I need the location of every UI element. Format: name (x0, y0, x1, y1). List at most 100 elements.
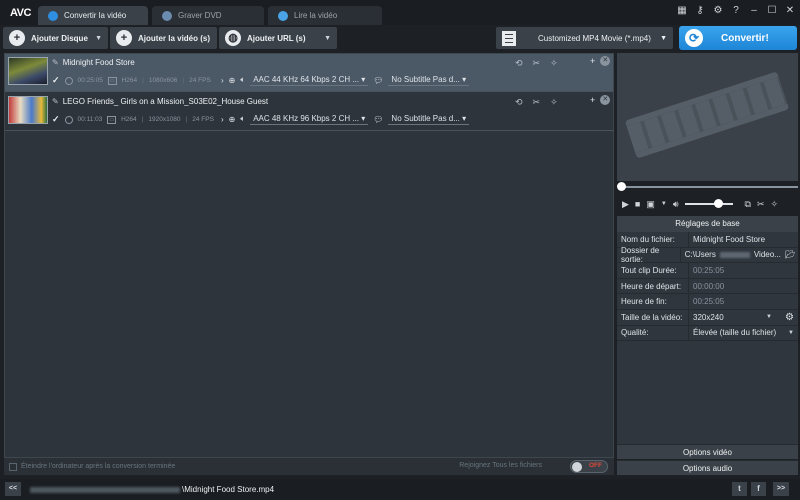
add-disc-icon: + (9, 30, 25, 46)
remove-icon[interactable]: ✕ (600, 56, 611, 66)
plus-icon[interactable]: + (590, 56, 595, 66)
title-bar: AVC Convertir la vidéo Graver DVD Lire l… (0, 0, 800, 25)
tab-burn-dvd[interactable]: Graver DVD (152, 6, 264, 25)
basic-settings-panel: Réglages de base Nom du fichier: Midnigh… (617, 216, 798, 444)
rotate-icon[interactable]: ⟲ (515, 58, 523, 69)
file-fps: 24 FPS (189, 77, 211, 84)
clock-icon (64, 76, 73, 85)
audio-track-select[interactable]: AAC 44 KHz 64 Kbps 2 CH ... ▾ (250, 74, 369, 86)
play-icon (278, 10, 288, 21)
prev-button[interactable]: << (5, 482, 21, 496)
video-options-button[interactable]: Options vidéo (617, 444, 798, 459)
add-url-label: Ajouter URL (s) (247, 33, 306, 43)
add-circle-icon[interactable]: ⊕ (229, 76, 236, 85)
seek-handle[interactable] (617, 182, 626, 191)
volume-slider[interactable] (684, 199, 733, 208)
output-file-name: \Midnight Food Store.mp4 (182, 485, 275, 494)
folder-open-icon[interactable]: 📂︎ (785, 250, 795, 259)
setting-output-folder: Dossier de sortie: C:\Users Video... 📂︎ (617, 246, 798, 264)
file-duration: 00:11:03 (77, 116, 103, 123)
setting-label: Taille de la vidéo: (621, 312, 683, 322)
join-files-toggle[interactable]: OFF (570, 460, 608, 473)
effects-icon[interactable]: ✧ (550, 58, 558, 69)
effects-icon[interactable]: ✧ (770, 199, 778, 210)
add-url-button[interactable]: ◍ Ajouter URL (s) ▼ (219, 27, 337, 49)
start-time-field[interactable]: 00:00:00 (688, 278, 798, 294)
minimize-icon[interactable]: – (748, 5, 760, 16)
file-row[interactable]: ✎ Midnight Food Store ✓ 00:25:05 ▭ H264 … (5, 54, 613, 92)
external-window-icon[interactable]: ⧉ (745, 199, 751, 210)
output-folder-field[interactable]: C:\Users Video... 📂︎ (679, 247, 798, 263)
facebook-icon[interactable]: f (751, 482, 766, 496)
file-duration: 00:25:05 (77, 77, 103, 84)
video-size-select[interactable]: 320x240 ▼ (688, 309, 798, 325)
refresh-icon: ⟳ (685, 29, 703, 47)
rotate-icon[interactable]: ⟲ (515, 97, 523, 108)
tab-play-video[interactable]: Lire la vidéo (268, 6, 382, 25)
setting-quality: Qualité: Élevée (taille du fichier) ▼ (617, 325, 798, 342)
chevron-down-icon[interactable]: ▼ (661, 201, 667, 207)
gear-icon[interactable]: ⚙ (712, 5, 724, 16)
toolbar: + Ajouter Disque ▼ + Ajouter la vidéo (s… (0, 25, 800, 52)
help-icon[interactable]: ? (730, 5, 742, 16)
audio-track-select[interactable]: AAC 48 KHz 96 Kbps 2 CH ... ▾ (250, 113, 369, 125)
snapshot-icon[interactable]: ▣ (646, 199, 655, 210)
end-time-field[interactable]: 00:25:05 (688, 294, 798, 309)
gear-icon[interactable]: ⚙ (785, 312, 794, 323)
volume-icon[interactable]: 🔊︎ (673, 199, 679, 210)
film-icon (502, 30, 516, 46)
checkbox-checked-icon[interactable]: ✓ (52, 114, 60, 125)
redacted-path (30, 486, 180, 493)
setting-label: Heure de fin: (621, 297, 667, 307)
stop-icon[interactable]: ■ (635, 199, 640, 209)
chevron-down-icon[interactable]: ▼ (95, 35, 102, 42)
output-folder-prefix: C:\Users (684, 250, 716, 260)
close-icon[interactable]: ✕ (784, 5, 796, 16)
key-icon[interactable]: ⚷ (694, 5, 706, 16)
checkbox-checked-icon[interactable]: ✓ (52, 75, 60, 86)
profile-label: Customized MP4 Movie (*.mp4) (538, 33, 651, 43)
add-disc-label: Ajouter Disque (31, 33, 88, 43)
shutdown-label: Éteindre l'ordinateur après la conversio… (21, 463, 176, 470)
play-icon[interactable]: ▶ (622, 199, 629, 210)
file-row[interactable]: ✎ LEGO Friends_ Girls on a Mission_S03E0… (5, 93, 613, 131)
maximize-icon[interactable]: ☐ (766, 5, 778, 16)
audio-options-button[interactable]: Options audio (617, 460, 798, 475)
video-thumbnail (8, 96, 48, 124)
volume-handle[interactable] (714, 199, 724, 208)
add-circle-icon[interactable]: ⊕ (229, 115, 236, 124)
quality-select[interactable]: Élevée (taille du fichier) ▼ (688, 325, 798, 341)
file-list: ✎ Midnight Food Store ✓ 00:25:05 ▭ H264 … (4, 53, 614, 458)
list-footer: Éteindre l'ordinateur après la conversio… (4, 458, 614, 475)
edit-icon[interactable]: ✎ (52, 58, 59, 67)
effects-icon[interactable]: ✧ (550, 97, 558, 108)
add-disc-button[interactable]: + Ajouter Disque ▼ (3, 27, 108, 49)
cut-icon[interactable]: ✂ (533, 58, 541, 69)
seek-bar[interactable] (617, 182, 798, 192)
convert-button[interactable]: ⟳ Convertir! (679, 26, 797, 50)
add-video-label: Ajouter la vidéo (s) (138, 33, 211, 43)
cut-icon[interactable]: ✂ (757, 199, 765, 210)
remove-icon[interactable]: ✕ (600, 95, 611, 105)
calendar-icon[interactable]: ▦ (676, 5, 688, 16)
cut-icon[interactable]: ✂ (533, 97, 541, 108)
subtitle-select[interactable]: No Subtitle Pas d... ▾ (388, 113, 470, 125)
output-profile-select[interactable]: Customized MP4 Movie (*.mp4) ▼ (496, 27, 673, 49)
chevron-down-icon: ▼ (660, 34, 667, 42)
next-button[interactable]: >> (773, 482, 789, 496)
film-strip-placeholder-icon (624, 71, 790, 159)
chevron-down-icon[interactable]: ▼ (324, 35, 331, 42)
add-video-icon: + (116, 30, 132, 46)
shutdown-checkbox[interactable] (9, 462, 17, 471)
plus-icon[interactable]: + (590, 95, 595, 105)
twitter-icon[interactable]: t (732, 482, 747, 496)
speaker-icon: 🔈︎ (240, 114, 246, 123)
edit-icon[interactable]: ✎ (52, 97, 59, 106)
subtitle-select[interactable]: No Subtitle Pas d... ▾ (388, 74, 470, 86)
add-video-button[interactable]: + Ajouter la vidéo (s) (110, 27, 217, 49)
toggle-state: OFF (589, 462, 602, 469)
output-path: \Midnight Food Store.mp4 (30, 485, 274, 494)
tab-convert-video[interactable]: Convertir la vidéo (38, 6, 148, 25)
file-name-field[interactable]: Midnight Food Store (688, 232, 798, 247)
file-resolution: 1920x1080 (148, 116, 181, 123)
